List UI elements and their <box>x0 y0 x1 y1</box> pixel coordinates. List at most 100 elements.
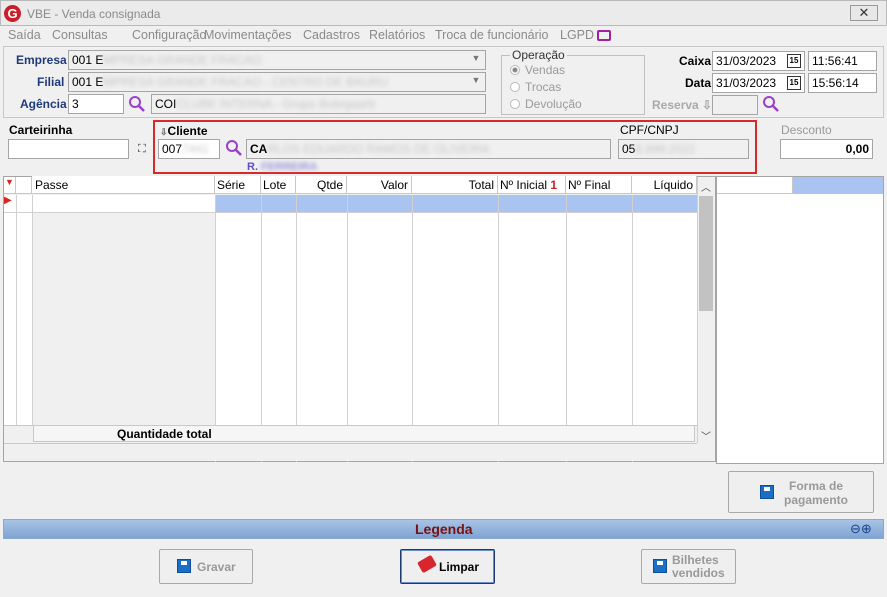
agencia-name-field: COICLUBE INTERNA - Grupo Bobrgaarb <box>151 94 486 114</box>
grid-line <box>4 212 697 213</box>
radio-vendas-label: Vendas <box>525 63 566 77</box>
chevron-down-icon[interactable]: ▼ <box>469 75 483 89</box>
operacao-label: Operação <box>510 48 567 62</box>
search-icon[interactable] <box>225 139 243 157</box>
radio-trocas-label: Trocas <box>525 80 562 94</box>
grid-line <box>632 195 633 462</box>
caixa-time: 11:56:41 <box>812 54 858 68</box>
col-passe[interactable]: Passe <box>32 176 215 194</box>
horizontal-scrollbar[interactable] <box>4 443 697 461</box>
data-date: 31/03/2023 <box>716 76 777 90</box>
cpf-field: 058.899.2022 <box>618 139 749 159</box>
selected-row[interactable] <box>215 195 697 212</box>
agencia-label: Agência <box>20 97 67 111</box>
menu-movimentacoes[interactable]: Movimentações <box>204 28 292 42</box>
empresa-label: Empresa <box>16 53 67 67</box>
app-logo-icon: G <box>4 5 21 22</box>
grid-line <box>261 195 262 462</box>
data-time-input[interactable]: 15:56:14 <box>808 73 877 93</box>
zoom-icons[interactable]: ⊖⊕ <box>850 521 872 537</box>
cliente-sub-text: R. FERREIRA <box>247 161 318 173</box>
legenda-label: Legenda <box>415 521 473 537</box>
empresa-code: 001 E <box>72 53 104 67</box>
filial-label: Filial <box>37 75 65 89</box>
search-icon[interactable] <box>762 95 780 113</box>
passe-column-body <box>32 212 215 425</box>
monitor-icon[interactable] <box>597 30 611 41</box>
desconto-input[interactable]: 0,00 <box>780 139 873 159</box>
agencia-name-rest: CLUBE INTERNA - Grupo Bobrgaarb <box>176 97 376 111</box>
calendar-icon[interactable]: 15 <box>787 76 801 90</box>
cliente-label: ⇩Cliente <box>160 124 208 138</box>
close-button[interactable]: ✕ <box>850 5 878 21</box>
agencia-code: 3 <box>72 97 79 111</box>
grid-line <box>498 195 499 462</box>
menu-relatorios[interactable]: Relatórios <box>369 28 425 42</box>
forma-pagamento-label: Forma de pagamento <box>783 479 848 507</box>
col-valor[interactable]: Valor <box>347 176 412 194</box>
current-row-arrow-icon: ▶ <box>4 195 12 206</box>
bilhetes-vendidos-button[interactable]: Bilhetes vendidos <box>641 549 736 584</box>
carteirinha-label: Carteirinha <box>9 123 73 137</box>
filial-code: 001 E <box>72 75 104 89</box>
col-num-final[interactable]: Nº Final <box>566 176 632 194</box>
limpar-button[interactable]: Limpar <box>400 549 495 584</box>
desconto-value: 0,00 <box>845 142 869 156</box>
limpar-label: Limpar <box>439 560 480 574</box>
col-liquido[interactable]: Líquido <box>632 176 697 194</box>
col-num-inicial[interactable]: Nº Inicial 1 <box>498 176 566 194</box>
calendar-icon[interactable]: 15 <box>787 54 801 68</box>
filial-name: MPRESA GRANDE FRACAO - CENTRO DE BAURU <box>103 75 389 89</box>
col-qtde[interactable]: Qtde <box>296 176 347 194</box>
cliente-name-prefix: CA <box>250 142 268 156</box>
cpf-prefix: 05 <box>622 142 636 156</box>
grid-line <box>16 195 17 443</box>
desconto-label: Desconto <box>781 123 832 137</box>
grid-line <box>296 195 297 462</box>
reserva-input[interactable] <box>712 95 758 115</box>
caixa-time-input[interactable]: 11:56:41 <box>808 51 877 71</box>
radio-trocas[interactable]: Trocas <box>510 80 561 94</box>
chevron-down-icon[interactable]: ﹀ <box>701 428 711 443</box>
floppy-icon <box>653 559 667 573</box>
chevron-up-icon[interactable]: ︿ <box>701 179 711 194</box>
agencia-code-input[interactable]: 3 <box>68 94 124 114</box>
cliente-code-input[interactable]: 0077441 <box>158 139 220 159</box>
quantidade-total-label: Quantidade total <box>117 427 212 441</box>
search-icon[interactable] <box>128 95 146 113</box>
grid-line <box>566 195 567 462</box>
scrollbar-thumb[interactable] <box>699 196 713 311</box>
menu-configuracao[interactable]: Configuração <box>132 28 206 42</box>
radio-devolucao[interactable]: Devolução <box>510 97 582 111</box>
window-title: VBE - Venda consignada <box>27 7 161 21</box>
binoculars-icon[interactable]: ⛶ <box>138 143 146 156</box>
cpf-rest: 8.899.2022 <box>635 142 696 156</box>
filial-select[interactable]: 001 EMPRESA GRANDE FRACAO - CENTRO DE BA… <box>68 72 486 92</box>
floppy-icon <box>177 559 191 573</box>
grid-line <box>215 195 216 462</box>
eraser-icon <box>417 554 437 574</box>
menu-troca-funcionario[interactable]: Troca de funcionário <box>435 28 549 42</box>
cliente-name-rest: RLOS EDUARDO RAMOS DE OLIVEIRA <box>267 142 490 156</box>
cliente-code: 007 <box>162 142 183 156</box>
radio-vendas[interactable]: Vendas <box>510 63 565 77</box>
forma-pagamento-button[interactable]: Forma de pagamento <box>728 471 874 513</box>
radio-devolucao-label: Devolução <box>525 97 582 111</box>
gravar-button[interactable]: Gravar <box>159 549 253 584</box>
menu-saida[interactable]: Saída <box>8 28 41 42</box>
col-serie[interactable]: Série <box>215 176 261 194</box>
carteirinha-input[interactable] <box>8 139 129 159</box>
grid-header-spacer <box>16 177 32 194</box>
col-total[interactable]: Total <box>412 176 498 194</box>
menu-cadastros[interactable]: Cadastros <box>303 28 360 42</box>
col-lote[interactable]: Lote <box>261 176 296 194</box>
chevron-down-icon[interactable]: ▼ <box>469 53 483 67</box>
data-label: Data <box>685 76 712 90</box>
reserva-label: Reserva ⇩ <box>652 98 713 112</box>
gravar-label: Gravar <box>197 560 236 574</box>
payment-header-selected <box>793 177 883 194</box>
grid-line <box>32 195 33 443</box>
menu-consultas[interactable]: Consultas <box>52 28 108 42</box>
empresa-select[interactable]: 001 EMPRESA GRANDE FRACAO ▼ <box>68 50 486 70</box>
menu-lgpd[interactable]: LGPD <box>560 28 594 42</box>
